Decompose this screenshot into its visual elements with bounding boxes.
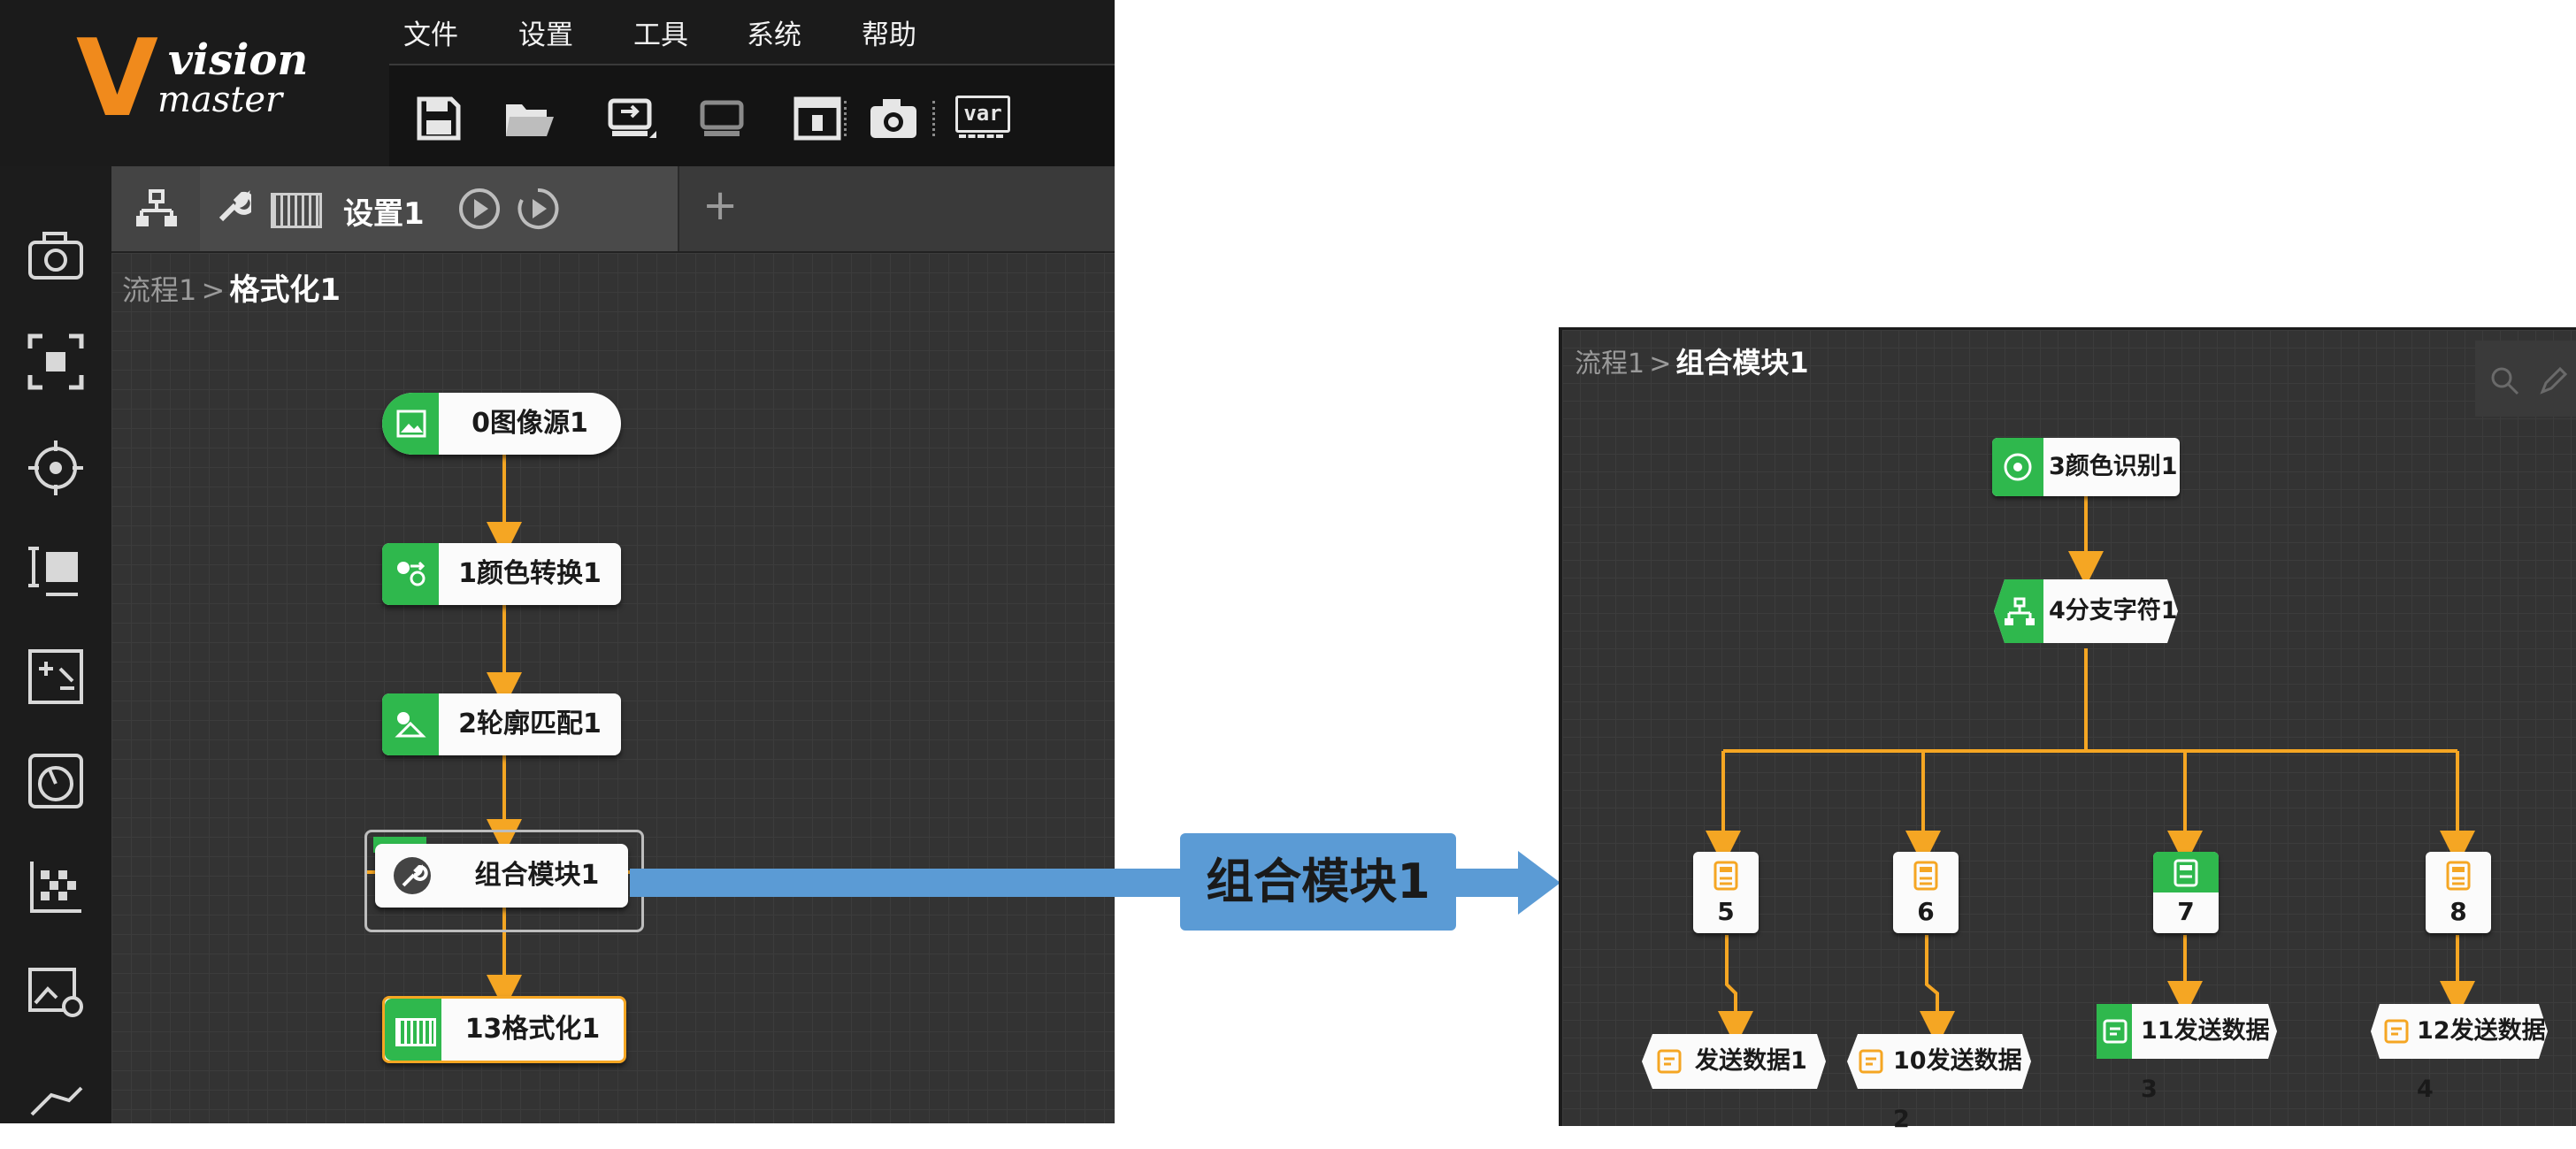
logo-text-vision: vision — [168, 35, 309, 85]
flow-node-format[interactable]: 13格式化1 — [382, 996, 626, 1063]
export-icon[interactable] — [697, 92, 750, 145]
process-tree-icon — [136, 189, 177, 226]
process-canvas[interactable]: 流程1 > 格式化1 0图像源1 1颜色转换1 2轮廓匹配1 组合模块1 13格… — [111, 253, 1115, 1123]
image-capture-icon[interactable] — [25, 225, 87, 287]
wrench-icon — [394, 857, 431, 894]
flow-node-send-data-4[interactable]: 12发送数据4 — [2367, 1002, 2549, 1103]
process-tree-tab[interactable] — [111, 166, 202, 251]
menu-settings[interactable]: 设置 — [518, 12, 573, 52]
import-icon[interactable] — [605, 92, 658, 145]
run-once-icon[interactable] — [456, 186, 502, 232]
save-icon[interactable] — [412, 92, 465, 145]
branch-node-5[interactable]: 5 — [1693, 852, 1759, 933]
image-icon — [396, 410, 426, 438]
branch-node-7[interactable]: 7 — [2153, 852, 2219, 933]
flow-node-color-convert[interactable]: 1颜色转换1 — [382, 543, 621, 605]
group-module-canvas[interactable]: 流程1 > 组合模块1 3颜色识别1 4分支字符1 5 6 7 8 发送数据1 … — [1559, 327, 2576, 1133]
logo-text-master: master — [157, 80, 283, 120]
communication-icon[interactable] — [25, 1061, 87, 1123]
color-convert-icon — [397, 561, 426, 586]
toolbar-separator — [932, 101, 939, 136]
branch-node-6[interactable]: 6 — [1893, 852, 1959, 933]
tab-settings[interactable]: 设置1 — [200, 166, 679, 251]
callout-arrow-shaft-left — [630, 869, 1182, 897]
callout-arrow-shaft-right — [1454, 869, 1520, 897]
contour-match-icon — [395, 712, 426, 738]
calibrate-icon[interactable] — [25, 856, 87, 918]
flow-node-label: 发送数据1 — [1695, 1047, 1807, 1075]
tab-settings-label: 设置1 — [343, 196, 425, 232]
menu-tools[interactable]: 工具 — [633, 12, 688, 52]
callout-label: 组合模块1 — [1206, 854, 1430, 909]
menu-bar: 文件 设置 工具 系统 帮助 — [389, 0, 1115, 64]
menu-help[interactable]: 帮助 — [862, 12, 916, 52]
add-tab-button[interactable]: + — [702, 180, 738, 230]
flow-node-label: 0图像源1 — [472, 408, 588, 439]
color-recognize-icon — [2004, 453, 2032, 481]
target-icon[interactable] — [25, 437, 87, 499]
process-tab-bar: 设置1 + — [111, 166, 1115, 253]
flow-node-label: 组合模块1 — [474, 860, 600, 891]
branch-icon — [2005, 597, 2035, 625]
flow-node-label: 11发送数据3 — [2141, 1017, 2270, 1103]
toolbar-separator — [844, 101, 850, 136]
calculator-icon — [1714, 861, 1738, 891]
branch-node-number: 8 — [2450, 897, 2467, 926]
vision-master-window: V vision master 文件 设置 工具 系统 帮助 var 设置1 +… — [0, 0, 1115, 1123]
measure-icon[interactable] — [25, 541, 87, 603]
flow-node-label: 4分支字符1 — [2049, 597, 2178, 624]
branch-node-number: 6 — [1917, 897, 1935, 926]
flow-node-image-source[interactable]: 0图像源1 — [382, 393, 621, 455]
calculate-icon[interactable] — [25, 646, 87, 708]
menu-system[interactable]: 系统 — [747, 12, 801, 52]
calculator-icon — [2446, 861, 2471, 891]
camera-icon[interactable] — [867, 92, 920, 145]
toolbar: var — [389, 64, 1115, 168]
open-folder-icon[interactable] — [502, 92, 556, 145]
logo: V vision master — [0, 0, 389, 166]
flow-connectors — [364, 451, 639, 1010]
menu-file[interactable]: 文件 — [403, 12, 458, 52]
image-process-icon[interactable] — [25, 961, 87, 1023]
flow-node-send-data-1[interactable]: 发送数据1 — [1640, 1032, 1828, 1091]
recognize-icon[interactable] — [25, 750, 87, 812]
flow-node-label: 1颜色转换1 — [458, 558, 602, 589]
window-icon[interactable] — [791, 92, 844, 145]
logo-mark: V — [76, 18, 158, 141]
flow-node-label: 13格式化1 — [464, 1014, 601, 1045]
flow-node-color-recognize[interactable]: 3颜色识别1 — [1992, 438, 2180, 496]
send-data-icon — [1657, 1049, 1682, 1074]
flow-node-label: 2轮廓匹配1 — [458, 709, 602, 739]
send-data-icon — [2103, 1019, 2128, 1044]
variable-label: var — [955, 96, 1010, 133]
callout-arrow-head — [1518, 851, 1560, 915]
flow-node-label: 10发送数据2 — [1893, 1047, 2022, 1133]
locate-icon[interactable] — [25, 331, 87, 393]
barcode-icon[interactable] — [271, 193, 322, 228]
run-loop-icon[interactable] — [515, 186, 561, 232]
flow-node-label: 3颜色识别1 — [2049, 453, 2178, 480]
callout-label-box: 组合模块1 — [1180, 833, 1456, 931]
flow-node-send-data-2[interactable]: 10发送数据2 — [1845, 1032, 2033, 1133]
calculator-icon — [1913, 861, 1938, 891]
flow-node-contour-match[interactable]: 2轮廓匹配1 — [382, 693, 621, 755]
send-data-icon — [2384, 1019, 2409, 1044]
flow-node-branch-character[interactable]: 4分支字符1 — [1992, 574, 2180, 648]
flow-node-label: 12发送数据4 — [2417, 1017, 2546, 1103]
branch-node-8[interactable]: 8 — [2426, 852, 2491, 933]
send-data-icon — [1859, 1049, 1883, 1074]
branch-node-number: 7 — [2177, 897, 2195, 926]
flow-node-send-data-3[interactable]: 11发送数据3 — [2091, 1002, 2279, 1103]
flow-node-group-module[interactable]: 组合模块1 — [375, 844, 628, 908]
tool-palette — [0, 166, 111, 1123]
variable-icon[interactable]: var — [955, 96, 1010, 142]
wrench-icon[interactable] — [216, 189, 251, 225]
calculator-icon — [2174, 859, 2198, 887]
format-icon — [395, 1018, 436, 1046]
branch-node-number: 5 — [1717, 897, 1735, 926]
